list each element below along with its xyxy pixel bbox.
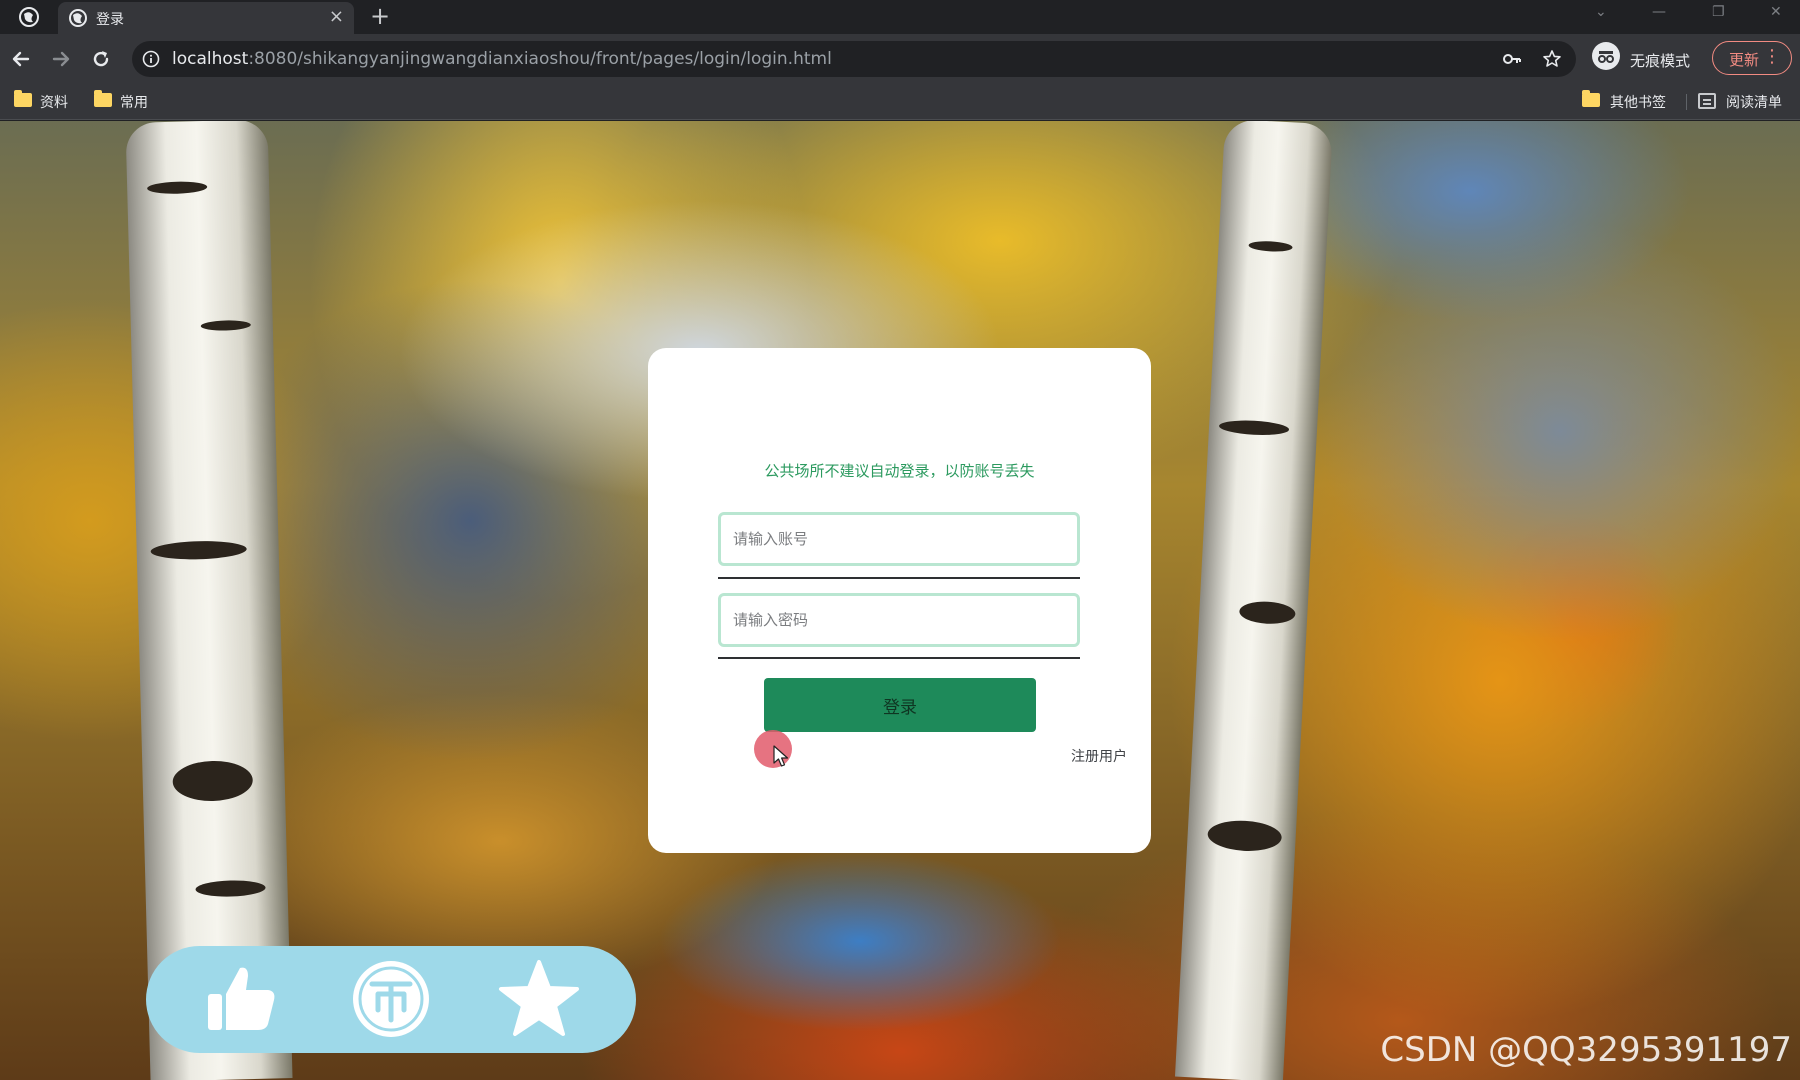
page-background: 公共场所不建议自动登录，以防账号丢失 登录 注册用户 CSDN @QQ32953… — [0, 121, 1800, 1080]
password-input[interactable] — [718, 593, 1080, 647]
bark-mark — [150, 539, 247, 561]
birch-trunk-right — [1174, 121, 1334, 1080]
bark-mark — [172, 759, 254, 803]
browser-tab-login[interactable]: 登录 × — [58, 2, 354, 34]
bark-mark — [1206, 818, 1283, 853]
tab-title: 登录 — [96, 12, 124, 28]
url-path: :8080/shikangyanjingwangdianxiaoshou/fro… — [248, 49, 832, 69]
globe-icon — [69, 9, 87, 27]
bark-mark — [1218, 418, 1290, 437]
tab-strip: 登录 × + ⌄ — ❐ ✕ — [0, 0, 1800, 34]
bark-mark — [147, 180, 208, 195]
watermark: CSDN @QQ3295391197 — [1380, 1030, 1792, 1070]
url-host: localhost — [172, 49, 249, 69]
update-label: 更新 — [1729, 51, 1760, 69]
bookmark-star-icon[interactable] — [1542, 49, 1562, 69]
folder-icon — [94, 90, 112, 107]
action-bar — [146, 946, 636, 1053]
bark-mark — [1248, 240, 1293, 253]
bookmark-changyong[interactable]: 常用 — [120, 92, 148, 112]
reload-icon[interactable] — [88, 46, 114, 72]
incognito-glyph — [1598, 51, 1614, 63]
field-divider — [718, 657, 1080, 659]
minimize-button[interactable]: — — [1652, 4, 1666, 20]
folder-icon — [1582, 90, 1600, 107]
coin-icon[interactable] — [350, 958, 432, 1040]
globe-icon — [19, 7, 39, 27]
close-icon[interactable]: × — [329, 6, 344, 28]
url-text: localhost:8080/shikangyanjingwangdianxia… — [172, 49, 832, 69]
incognito-label: 无痕模式 — [1630, 52, 1691, 70]
register-link[interactable]: 注册用户 — [1071, 746, 1127, 766]
reading-list[interactable]: 阅读清单 — [1726, 92, 1782, 112]
mouse-cursor-icon — [773, 745, 789, 767]
key-icon[interactable] — [1502, 50, 1522, 68]
address-bar[interactable]: localhost:8080/shikangyanjingwangdianxia… — [132, 41, 1576, 77]
thumbs-up-icon[interactable] — [200, 958, 282, 1040]
bark-mark — [195, 879, 266, 898]
bookmarks-bar: 资料 常用 其他书签 阅读清单 — [0, 84, 1800, 120]
forward-arrow-icon[interactable] — [48, 46, 74, 72]
restore-button[interactable]: ❐ — [1712, 4, 1725, 20]
close-window-button[interactable]: ✕ — [1770, 4, 1782, 20]
info-icon[interactable] — [142, 50, 160, 68]
folder-icon — [14, 90, 32, 107]
login-hint: 公共场所不建议自动登录，以防账号丢失 — [764, 462, 1035, 480]
bookmark-divider — [1686, 94, 1687, 110]
update-button[interactable]: 更新 ⋮ — [1712, 41, 1792, 75]
birch-trunk-left — [125, 121, 293, 1080]
reading-list-icon[interactable] — [1698, 93, 1716, 109]
login-button[interactable]: 登录 — [764, 678, 1036, 732]
other-bookmarks[interactable]: 其他书签 — [1610, 92, 1666, 112]
bookmark-ziliao[interactable]: 资料 — [40, 92, 68, 112]
tab-search-button[interactable]: ⌄ — [1595, 4, 1607, 20]
field-divider — [718, 577, 1080, 579]
incognito-icon[interactable] — [1592, 42, 1620, 70]
back-arrow-icon[interactable] — [8, 46, 34, 72]
username-input[interactable] — [718, 512, 1080, 566]
browser-toolbar: localhost:8080/shikangyanjingwangdianxia… — [0, 34, 1800, 84]
bark-mark — [1238, 600, 1296, 626]
bark-mark — [200, 319, 251, 332]
new-tab-button[interactable]: + — [370, 2, 390, 30]
star-icon[interactable] — [498, 958, 580, 1040]
login-card: 公共场所不建议自动登录，以防账号丢失 登录 注册用户 — [648, 348, 1151, 853]
menu-dots-icon[interactable]: ⋮ — [1763, 47, 1781, 67]
